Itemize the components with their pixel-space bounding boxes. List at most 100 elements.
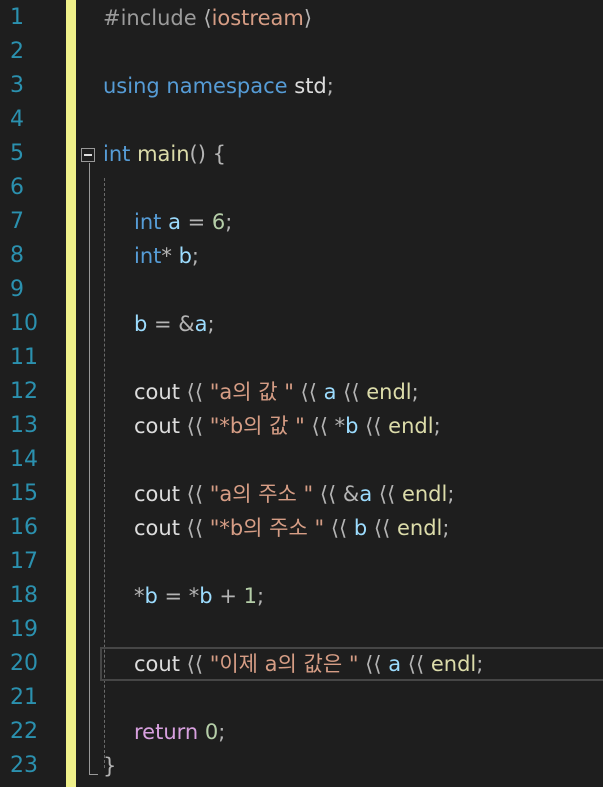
code-line[interactable]: cout ⟨⟨ "a의 주소 " ⟨⟨ &a ⟨⟨ endl; xyxy=(103,477,603,511)
code-token: ; xyxy=(411,380,419,404)
code-token: "이제 a의 값은 " xyxy=(209,652,359,676)
line-number: 9 xyxy=(10,277,24,302)
code-token: b xyxy=(134,312,148,336)
code-token: "*b의 주소 " xyxy=(209,516,325,540)
code-line[interactable]: cout ⟨⟨ "*b의 주소 " ⟨⟨ b ⟨⟨ endl; xyxy=(103,511,603,545)
code-line[interactable]: cout ⟨⟨ "*b의 값 " ⟨⟨ *b ⟨⟨ endl; xyxy=(103,409,603,443)
code-token: "a의 값 " xyxy=(209,380,294,404)
code-token: cout xyxy=(134,482,187,506)
code-token: ⟨⟨ * xyxy=(304,414,346,438)
line-number: 15 xyxy=(10,481,38,506)
code-line[interactable] xyxy=(103,613,603,647)
code-line[interactable]: cout ⟨⟨ "이제 a의 값은 " ⟨⟨ a ⟨⟨ endl; xyxy=(103,647,603,681)
code-line[interactable]: b = &a; xyxy=(103,307,603,341)
code-token: ; xyxy=(225,210,233,234)
code-token: ⟨⟨ xyxy=(358,652,389,676)
code-token: 0 xyxy=(204,720,219,744)
code-line[interactable]: int a = 6; xyxy=(103,205,603,239)
line-number: 13 xyxy=(10,413,38,438)
code-line[interactable] xyxy=(103,545,603,579)
code-token: ⟨⟨ xyxy=(336,380,367,404)
code-token: b xyxy=(144,584,158,608)
code-token: ; xyxy=(207,312,215,336)
code-token: int xyxy=(103,142,138,166)
code-token: 6 xyxy=(211,210,226,234)
code-token: b xyxy=(345,414,359,438)
line-number: 12 xyxy=(10,379,38,404)
line-number: 3 xyxy=(10,73,24,98)
code-token: = * xyxy=(157,584,200,608)
code-token: "*b의 값 " xyxy=(209,414,305,438)
code-line[interactable] xyxy=(103,171,603,205)
line-number: 18 xyxy=(10,583,38,608)
collapse-icon[interactable] xyxy=(81,148,95,162)
code-token: ; xyxy=(433,414,441,438)
line-number: 6 xyxy=(10,175,24,200)
code-token: * xyxy=(161,244,179,268)
line-number: 2 xyxy=(10,39,24,64)
code-line[interactable] xyxy=(103,103,603,137)
code-line[interactable]: int main() { xyxy=(103,137,603,171)
code-line[interactable] xyxy=(103,443,603,477)
code-line[interactable] xyxy=(103,273,603,307)
code-token: ⟩ xyxy=(303,6,313,30)
line-number: 4 xyxy=(10,107,24,132)
code-token: ⟨⟨ xyxy=(293,380,324,404)
code-line[interactable] xyxy=(103,341,603,375)
code-token: using namespace xyxy=(103,74,295,98)
code-line[interactable] xyxy=(103,35,603,69)
code-token: endl xyxy=(401,482,448,506)
code-token: ⟨⟨ xyxy=(324,516,354,540)
code-line[interactable]: #include ⟨iostream⟩ xyxy=(103,1,603,35)
code-token: main xyxy=(137,142,190,166)
code-line[interactable]: using namespace std; xyxy=(103,69,603,103)
code-line[interactable]: cout ⟨⟨ "a의 값 " ⟨⟨ a ⟨⟨ endl; xyxy=(103,375,603,409)
line-number: 23 xyxy=(10,753,38,778)
line-number: 7 xyxy=(10,209,24,234)
code-line[interactable] xyxy=(103,681,603,715)
code-token: cout xyxy=(134,652,187,676)
code-token: "a의 주소 " xyxy=(209,482,314,506)
code-token: ⟨⟨ xyxy=(186,380,210,404)
line-number: 19 xyxy=(10,617,38,642)
code-token: a xyxy=(359,482,373,506)
line-number: 16 xyxy=(10,515,38,540)
code-token: ⟨⟨ xyxy=(358,414,389,438)
code-token: = & xyxy=(147,312,195,336)
fold-region-end xyxy=(89,774,98,775)
code-token: ; xyxy=(447,482,455,506)
code-token: ; xyxy=(476,652,484,676)
code-token: cout xyxy=(134,516,187,540)
code-token: ⟨⟨ xyxy=(372,482,402,506)
line-number: 17 xyxy=(10,549,38,574)
code-line[interactable]: return 0; xyxy=(103,715,603,749)
line-number: 1 xyxy=(10,5,24,30)
line-number: 5 xyxy=(10,141,24,166)
code-line[interactable]: *b = *b + 1; xyxy=(103,579,603,613)
code-token: ; xyxy=(218,720,226,744)
code-token: ; xyxy=(256,584,265,608)
code-token: b xyxy=(178,244,192,268)
code-token: ; xyxy=(442,516,450,540)
code-token: a xyxy=(194,312,208,336)
code-token: ⟨⟨ xyxy=(186,516,210,540)
code-token: ⟨⟨ xyxy=(186,482,210,506)
code-token: endl xyxy=(430,652,477,676)
line-number-gutter: 1 2 3 4 5 6 7 8 9 10 11 12 13 14 15 16 17 18 19 20 21 22 23 xyxy=(0,1,40,783)
code-token: ; xyxy=(326,74,334,98)
code-line[interactable]: } xyxy=(103,749,603,783)
code-token: a xyxy=(388,652,402,676)
code-token: cout xyxy=(134,414,187,438)
code-token: = xyxy=(180,210,212,234)
code-token: #include xyxy=(103,6,204,30)
code-line[interactable]: int* b; xyxy=(103,239,603,273)
code-token: + xyxy=(212,584,244,608)
code-token: return xyxy=(134,720,205,744)
code-token: b xyxy=(353,516,368,540)
code-token: cout xyxy=(134,380,187,404)
line-number: 8 xyxy=(10,243,24,268)
code-token: endl xyxy=(397,516,443,540)
fold-region-line xyxy=(89,163,90,775)
code-token: * xyxy=(134,584,145,608)
code-editor[interactable]: #include ⟨iostream⟩ using namespace std; i… xyxy=(103,1,603,783)
